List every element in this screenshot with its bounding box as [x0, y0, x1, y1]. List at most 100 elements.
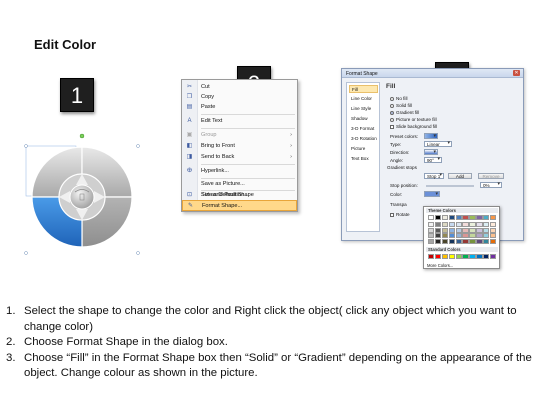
color-swatch[interactable] — [462, 227, 469, 233]
nav-item-shadow[interactable]: Shadow — [349, 115, 378, 123]
type-dropdown[interactable]: Linear — [424, 141, 452, 147]
circular-diagram[interactable] — [22, 130, 142, 260]
color-swatch[interactable] — [490, 254, 497, 259]
color-swatch[interactable] — [434, 215, 442, 220]
direction-dropdown[interactable] — [424, 149, 438, 155]
radio-solid-fill[interactable]: Solid fill — [390, 103, 412, 109]
color-swatch[interactable] — [483, 227, 490, 233]
radio-gradient-fill[interactable]: Gradient fill — [390, 110, 419, 116]
color-swatch[interactable] — [428, 227, 435, 233]
resize-handle[interactable] — [136, 144, 140, 148]
menu-item-paste[interactable]: ▤ Paste — [182, 102, 297, 113]
color-swatch[interactable] — [441, 233, 449, 239]
stop-position-input[interactable]: 0% — [480, 182, 502, 188]
color-swatch[interactable] — [448, 215, 455, 220]
nav-item-line-color[interactable]: Line Color — [349, 95, 378, 103]
color-swatch[interactable] — [476, 215, 483, 220]
checkbox-slide-background-fill[interactable]: Slide background fill — [390, 124, 437, 130]
color-swatch[interactable] — [441, 227, 449, 233]
color-swatch[interactable] — [462, 215, 469, 220]
color-swatch[interactable] — [434, 233, 442, 239]
menu-item-hyperlink[interactable]: 🜨 Hyperlink... — [182, 166, 297, 177]
nav-item-text-box[interactable]: Text Box — [349, 155, 378, 163]
color-swatch[interactable] — [490, 215, 497, 220]
color-swatch[interactable] — [448, 233, 455, 239]
color-swatch[interactable] — [428, 238, 435, 244]
color-swatch[interactable] — [455, 233, 462, 239]
rotate-handle[interactable] — [79, 133, 85, 139]
color-swatch[interactable] — [428, 222, 435, 227]
color-swatch[interactable] — [441, 254, 449, 259]
stop-dropdown[interactable]: Stop 1 — [424, 173, 444, 179]
color-swatch[interactable] — [428, 254, 435, 259]
stop-position-slider[interactable] — [426, 185, 474, 187]
resize-handle[interactable] — [136, 251, 140, 255]
color-swatch[interactable] — [483, 215, 490, 220]
radio-picture-fill[interactable]: Picture or texture fill — [390, 117, 437, 123]
color-swatch[interactable] — [455, 254, 462, 259]
resize-handle[interactable] — [24, 251, 28, 255]
color-swatch[interactable] — [469, 238, 476, 244]
color-swatch[interactable] — [469, 233, 476, 239]
color-swatch[interactable] — [448, 238, 455, 244]
menu-item-group[interactable]: ▣ Group › — [182, 130, 297, 141]
color-swatch[interactable] — [434, 254, 442, 259]
color-swatch[interactable] — [490, 238, 497, 244]
nav-item-fill[interactable]: Fill — [349, 85, 378, 93]
color-swatch[interactable] — [441, 215, 449, 220]
preset-colors-dropdown[interactable] — [424, 133, 438, 139]
radio-no-fill[interactable]: No fill — [390, 96, 408, 102]
color-swatch[interactable] — [455, 238, 462, 244]
nav-item-line-style[interactable]: Line Style — [349, 105, 378, 113]
nav-item-3d-rotation[interactable]: 3-D Rotation — [349, 135, 378, 143]
color-swatch[interactable] — [448, 222, 455, 227]
color-swatch[interactable] — [469, 222, 476, 227]
color-swatch[interactable] — [448, 227, 455, 233]
color-swatch[interactable] — [490, 233, 497, 239]
color-swatch[interactable] — [462, 254, 469, 259]
checkbox-rotate-with-shape[interactable]: Rotate — [390, 212, 410, 218]
color-swatch[interactable] — [455, 227, 462, 233]
add-stop-button[interactable]: Add — [448, 173, 472, 179]
color-swatch[interactable] — [434, 238, 442, 244]
menu-item-send-to-back[interactable]: ◨ Send to Back › — [182, 152, 297, 163]
color-swatch[interactable] — [455, 215, 462, 220]
color-swatch[interactable] — [490, 227, 497, 233]
close-icon[interactable]: ✕ — [513, 70, 520, 76]
color-swatch[interactable] — [455, 222, 462, 227]
color-swatch[interactable] — [476, 233, 483, 239]
color-swatch[interactable] — [469, 254, 476, 259]
angle-input[interactable]: 90° — [424, 157, 442, 163]
color-swatch[interactable] — [434, 222, 442, 227]
color-swatch[interactable] — [490, 222, 497, 227]
color-swatch[interactable] — [476, 222, 483, 227]
color-swatch[interactable] — [483, 222, 490, 227]
more-colors-link[interactable]: More Colors... — [427, 263, 453, 268]
color-swatch[interactable] — [441, 222, 449, 227]
color-swatch[interactable] — [434, 227, 442, 233]
color-swatch[interactable] — [448, 254, 455, 259]
color-swatch[interactable] — [483, 238, 490, 244]
color-swatch[interactable] — [476, 254, 483, 259]
menu-item-bring-to-front[interactable]: ◧ Bring to Front › — [182, 141, 297, 152]
color-swatch[interactable] — [469, 215, 476, 220]
color-swatch[interactable] — [462, 233, 469, 239]
color-swatch[interactable] — [462, 222, 469, 227]
color-swatch[interactable] — [428, 233, 435, 239]
color-swatch[interactable] — [476, 238, 483, 244]
color-swatch[interactable] — [441, 238, 449, 244]
menu-item-edit-text[interactable]: A Edit Text — [182, 116, 297, 127]
color-swatch[interactable] — [483, 254, 490, 259]
color-swatch[interactable] — [476, 227, 483, 233]
color-swatch[interactable] — [469, 227, 476, 233]
color-swatch[interactable] — [483, 233, 490, 239]
menu-item-save-as-picture[interactable]: Save as Picture... — [182, 179, 297, 190]
color-swatch[interactable] — [462, 238, 469, 244]
menu-item-format-shape[interactable]: ✎ Format Shape... — [182, 200, 297, 211]
resize-handle[interactable] — [24, 144, 28, 148]
nav-item-3d-format[interactable]: 3-D Format — [349, 125, 378, 133]
color-swatch[interactable] — [428, 215, 435, 220]
nav-item-picture[interactable]: Picture — [349, 145, 378, 153]
color-dropdown[interactable] — [424, 191, 440, 197]
remove-stop-button[interactable]: Remove — [478, 173, 504, 179]
